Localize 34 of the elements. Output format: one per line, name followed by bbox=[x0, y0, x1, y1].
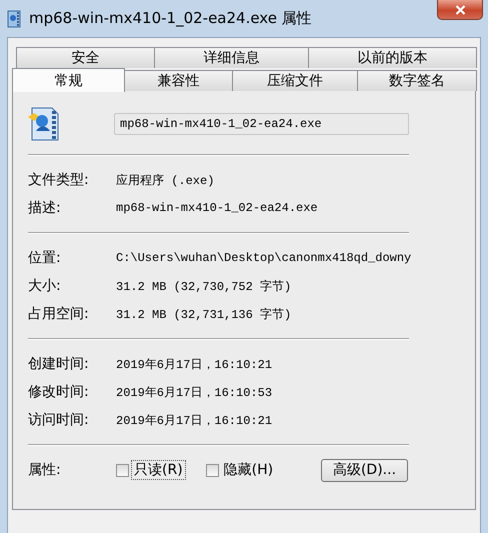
checkbox[interactable] bbox=[116, 464, 129, 476]
property-label: 修改时间: bbox=[28, 383, 90, 401]
file-name-field[interactable]: mp68-win-mx410-1_02-ea24.exe bbox=[114, 113, 409, 135]
tab[interactable]: 常规 bbox=[12, 68, 125, 92]
app-icon bbox=[7, 10, 23, 28]
tab[interactable]: 压缩文件 bbox=[232, 70, 358, 91]
property-label: 文件类型: bbox=[28, 171, 90, 189]
property-value: 2019年6月17日，16:10:21 bbox=[116, 356, 274, 372]
property-value: 2019年6月17日，16:10:21 bbox=[116, 412, 274, 428]
window-title: mp68-win-mx410-1_02-ea24.exe 属性 bbox=[29, 9, 312, 28]
tab[interactable]: 以前的版本 bbox=[308, 47, 477, 68]
tab[interactable]: 数字签名 bbox=[357, 70, 477, 91]
property-label: 大小: bbox=[28, 277, 62, 295]
tab[interactable]: 详细信息 bbox=[154, 47, 309, 68]
checkbox-label[interactable]: 隐藏(H) bbox=[220, 460, 276, 480]
property-label: 访问时间: bbox=[28, 411, 90, 429]
property-label: 创建时间: bbox=[28, 355, 90, 373]
property-value: 31.2 MB (32,730,752 字节) bbox=[116, 278, 292, 294]
property-value: 应用程序 (.exe) bbox=[116, 172, 216, 188]
advanced-button[interactable]: 高级(D)... bbox=[321, 458, 408, 482]
close-icon bbox=[454, 4, 466, 14]
property-value: C:\Users\wuhan\Desktop\canonmx418qd_downy bbox=[116, 251, 412, 265]
tab[interactable]: 安全 bbox=[16, 47, 155, 68]
property-label: 位置: bbox=[28, 249, 62, 267]
close-button[interactable] bbox=[437, 0, 483, 20]
checkbox-label[interactable]: 只读(R) bbox=[131, 460, 186, 480]
property-value: 2019年6月17日，16:10:53 bbox=[116, 384, 274, 400]
property-value: 31.2 MB (32,731,136 字节) bbox=[116, 306, 292, 322]
property-label: 属性: bbox=[28, 461, 62, 479]
tab[interactable]: 兼容性 bbox=[124, 70, 233, 91]
property-value: mp68-win-mx410-1_02-ea24.exe bbox=[116, 201, 319, 215]
checkbox[interactable] bbox=[206, 464, 219, 476]
property-label: 描述: bbox=[28, 199, 62, 217]
property-label: 占用空间: bbox=[28, 305, 90, 323]
